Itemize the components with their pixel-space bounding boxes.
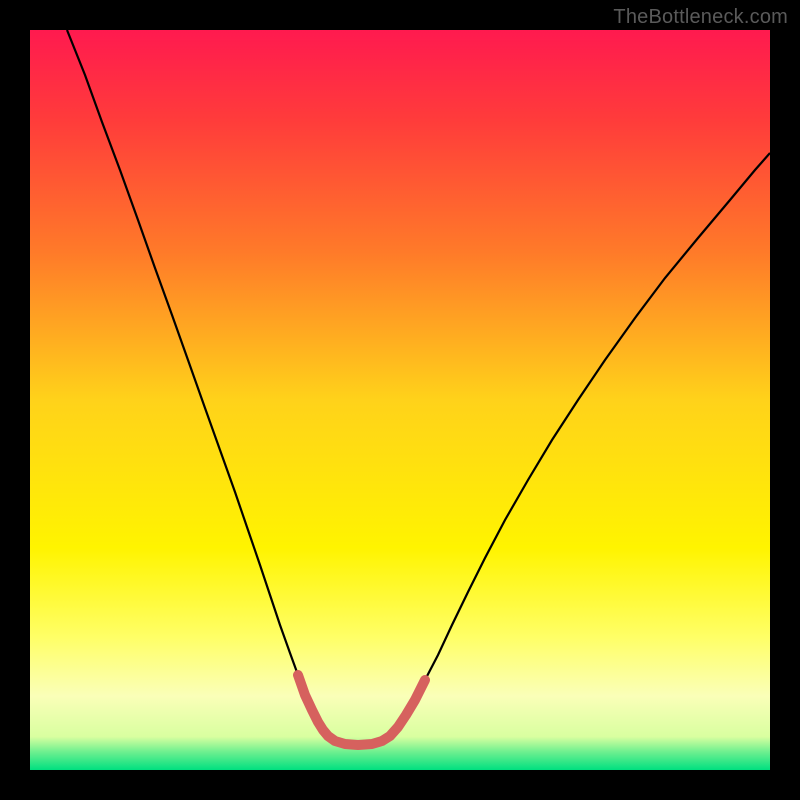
watermark-text: TheBottleneck.com xyxy=(613,6,788,29)
chart-frame xyxy=(30,30,770,770)
gradient-background xyxy=(30,30,770,770)
chart-canvas xyxy=(30,30,770,770)
